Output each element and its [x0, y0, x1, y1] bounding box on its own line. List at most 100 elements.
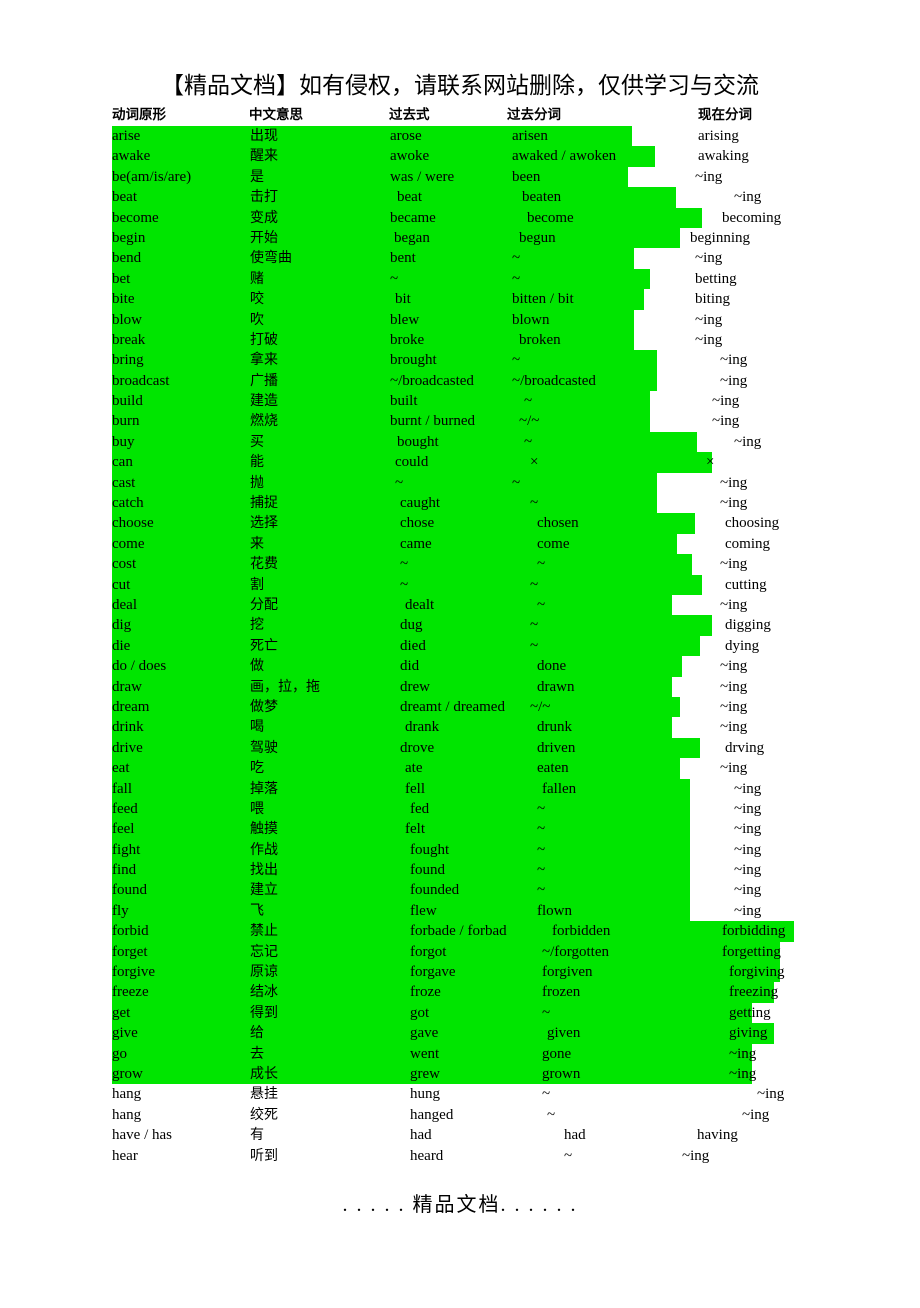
cell-past-tense: broke: [390, 331, 425, 348]
cell-base-form: bring: [112, 352, 144, 369]
table-row: choose 选择 chose chosen choosing: [112, 513, 812, 534]
irregular-verbs-table: arise 出现 arose arisen arising awake 醒来 awoke awa…: [112, 126, 812, 1166]
table-row: fall 掉落 fell fallen ~ing: [112, 778, 812, 799]
row-highlight: [112, 350, 657, 371]
column-header-past-participle: 过去分词: [507, 107, 561, 123]
cell-base-form: buy: [112, 433, 135, 450]
cell-chinese-meaning: 听到: [250, 1147, 278, 1164]
table-row: forgive 原谅 forgave forgiven forgiving: [112, 962, 812, 983]
row-highlight: [112, 717, 672, 738]
cell-base-form: forgive: [112, 964, 156, 981]
cell-past-participle: bitten / bit: [512, 291, 574, 308]
cell-past-participle: ~: [524, 393, 533, 410]
cell-chinese-meaning: 能: [250, 454, 264, 471]
cell-past-participle: ~: [530, 576, 539, 593]
cell-chinese-meaning: 得到: [250, 1004, 278, 1021]
cell-past-participle: forbidden: [552, 923, 611, 940]
cell-past-tense: chose: [400, 515, 435, 532]
cell-chinese-meaning: 做: [250, 658, 264, 675]
cell-base-form: beat: [112, 189, 137, 206]
cell-past-participle: drunk: [537, 719, 572, 736]
cell-chinese-meaning: 掉落: [250, 780, 278, 797]
cell-past-participle: arisen: [512, 128, 548, 144]
row-highlight: [112, 248, 634, 269]
cell-past-tense: died: [400, 637, 426, 654]
table-row: drink 喝 drank drunk ~ing: [112, 717, 812, 738]
cell-present-participle: coming: [725, 535, 770, 552]
cell-chinese-meaning: 忘记: [250, 943, 278, 960]
cell-past-tense: caught: [400, 495, 440, 512]
table-row: found 建立 founded ~ ~ing: [112, 880, 812, 901]
cell-chinese-meaning: 成长: [250, 1065, 278, 1082]
cell-present-participle: giving: [729, 1025, 768, 1042]
cell-chinese-meaning: 买: [250, 433, 264, 450]
cell-base-form: bite: [112, 291, 135, 308]
cell-base-form: catch: [112, 495, 144, 512]
cell-past-participle: given: [547, 1025, 581, 1042]
cell-past-participle: flown: [537, 902, 572, 919]
cell-present-participle: forgetting: [722, 943, 781, 960]
cell-past-participle: had: [564, 1127, 586, 1144]
cell-chinese-meaning: 做梦: [250, 698, 278, 715]
table-row: can 能 could × ×: [112, 452, 812, 473]
cell-past-tense: forbade / forbad: [410, 923, 507, 940]
cell-past-participle: ~: [512, 270, 521, 287]
cell-past-participle: ~: [512, 250, 521, 267]
cell-chinese-meaning: 选择: [250, 515, 278, 532]
cell-present-participle: ~ing: [734, 433, 762, 450]
cell-base-form: fall: [112, 780, 132, 797]
cell-chinese-meaning: 喂: [250, 800, 264, 817]
cell-past-tense: built: [390, 393, 418, 410]
cell-base-form: forget: [112, 943, 148, 960]
cell-base-form: blow: [112, 311, 142, 328]
cell-base-form: freeze: [112, 984, 149, 1001]
cell-chinese-meaning: 拿来: [250, 352, 278, 369]
cell-past-participle: ~: [530, 617, 539, 634]
cell-base-form: cut: [112, 576, 131, 593]
cell-past-tense: brought: [390, 352, 437, 369]
cell-present-participle: ~ing: [695, 311, 723, 328]
cell-chinese-meaning: 找出: [250, 862, 278, 879]
cell-chinese-meaning: 来: [250, 535, 264, 552]
cell-chinese-meaning: 变成: [250, 209, 278, 226]
cell-present-participle: cutting: [725, 576, 767, 593]
row-highlight: [112, 472, 657, 494]
cell-chinese-meaning: 有: [250, 1127, 264, 1144]
cell-present-participle: ~ing: [720, 474, 748, 491]
cell-chinese-meaning: 醒来: [250, 148, 278, 165]
cell-chinese-meaning: 原谅: [250, 964, 278, 981]
cell-base-form: choose: [112, 515, 154, 532]
cell-past-tense: forgave: [410, 964, 456, 981]
table-row: become 变成 became become becoming: [112, 207, 812, 228]
cell-past-tense: drank: [405, 719, 440, 736]
cell-chinese-meaning: 咬: [250, 291, 264, 308]
cell-chinese-meaning: 吃: [250, 760, 264, 777]
cell-past-tense: bit: [395, 291, 411, 308]
cell-base-form: fly: [112, 902, 129, 919]
cell-present-participle: ~ing: [720, 596, 748, 613]
cell-base-form: give: [112, 1025, 138, 1042]
table-row: hang 悬挂 hung ~ ~ing: [112, 1084, 812, 1104]
document-page: 【精品文档】如有侵权，请联系网站删除，仅供学习与交流 动词原形 中文意思 过去式…: [0, 0, 920, 1308]
cell-present-participle: ~ing: [734, 821, 762, 838]
cell-base-form: deal: [112, 596, 137, 613]
table-row: fight 作战 fought ~ ~ing: [112, 839, 812, 861]
cell-past-tense: grew: [410, 1065, 440, 1082]
cell-past-participle: ~/forgotten: [542, 943, 609, 960]
cell-past-tense: went: [410, 1045, 440, 1062]
cell-base-form: grow: [112, 1065, 143, 1082]
cell-present-participle: ~ing: [729, 1045, 757, 1062]
table-row: do / does 做 did done ~ing: [112, 656, 812, 677]
cell-past-participle: ~: [512, 474, 521, 491]
cell-base-form: go: [112, 1045, 127, 1062]
cell-present-participle: ~ing: [695, 168, 723, 185]
cell-chinese-meaning: 给: [250, 1025, 264, 1042]
column-header-chinese-meaning: 中文意思: [249, 107, 303, 123]
table-row: forbid 禁止 forbade / forbad forbidden forbidd…: [112, 921, 812, 942]
cell-base-form: hang: [112, 1086, 142, 1103]
cell-chinese-meaning: 出现: [250, 128, 278, 144]
table-row: grow 成长 grew grown ~ing: [112, 1063, 812, 1085]
cell-present-participle: ~ing: [734, 902, 762, 919]
cell-present-participle: ~ing: [720, 678, 748, 695]
cell-chinese-meaning: 割: [250, 576, 264, 593]
